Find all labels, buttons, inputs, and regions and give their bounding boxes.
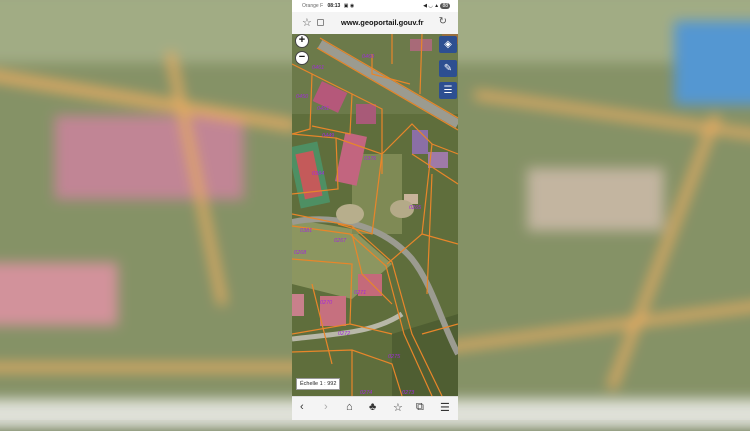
- parcel-label: 0267: [334, 238, 347, 244]
- parcel-label: 0381: [300, 228, 312, 234]
- menu-icon[interactable]: ☰: [440, 401, 450, 414]
- wrench-icon: ✎: [443, 63, 453, 74]
- layers-button[interactable]: ◈: [439, 36, 457, 53]
- parcel-label: 0460: [362, 54, 375, 60]
- map-scale: Échelle 1 : 992: [296, 378, 341, 390]
- back-icon[interactable]: ‹: [300, 401, 304, 413]
- carrier-label: Orange F: [302, 3, 324, 9]
- aerial-map-image: 0461 0460 0451 0450 0449 0376 0384 0265 0381 0267…: [292, 34, 458, 396]
- parcel-label: 0275: [388, 354, 401, 360]
- reload-icon[interactable]: ↻: [439, 16, 447, 27]
- url-text[interactable]: www.geoportail.gouv.fr: [341, 18, 424, 27]
- parcel-label: 0449: [322, 133, 334, 139]
- zoom-in-button[interactable]: +: [295, 34, 309, 48]
- layers-icon: ◈: [444, 39, 452, 50]
- signal-icons: ◀ ◡ ▲: [423, 3, 440, 9]
- tools-button[interactable]: ✎: [439, 60, 457, 77]
- parcel-label: 0450: [296, 94, 309, 100]
- parcel-label: 0265: [409, 205, 422, 211]
- browser-address-bar[interactable]: ☆ www.geoportail.gouv.fr ↻: [292, 12, 458, 35]
- parcel-label: 0384: [312, 171, 324, 177]
- tabs-icon[interactable]: ⧉: [416, 401, 424, 414]
- parcel-label: 0270: [320, 300, 333, 306]
- list-icon: ☰: [443, 85, 453, 96]
- parcel-label: 0272: [338, 331, 350, 337]
- parcel-label: 0461: [312, 65, 324, 71]
- lock-icon[interactable]: [317, 19, 324, 26]
- parcel-label: 0271: [354, 290, 366, 296]
- parcel-label: 0451: [317, 106, 329, 112]
- battery-icon: 88: [440, 3, 450, 9]
- clock: 08:13: [327, 3, 341, 9]
- extension-icon[interactable]: ♣: [369, 401, 376, 413]
- cadastral-map[interactable]: 0461 0460 0451 0450 0449 0376 0384 0265 0381 0267…: [292, 34, 458, 396]
- favorites-icon[interactable]: ☆: [393, 401, 403, 414]
- parcel-label: 0376: [364, 156, 377, 162]
- browser-bottom-nav: ‹ › ⌂ ♣ ☆ ⧉ ☰: [292, 396, 458, 420]
- zoom-out-button[interactable]: −: [295, 51, 309, 65]
- home-icon[interactable]: ⌂: [346, 401, 353, 413]
- forward-icon[interactable]: ›: [324, 401, 328, 413]
- layer-list-button[interactable]: ☰: [439, 82, 457, 99]
- status-bar: Orange F 08:13 ▣ ◉ ◀ ◡ ▲ 88: [292, 0, 458, 12]
- phone-screen: Orange F 08:13 ▣ ◉ ◀ ◡ ▲ 88 ☆ www.geopor…: [292, 0, 458, 420]
- bookmark-star-icon[interactable]: ☆: [302, 16, 312, 29]
- notification-icons: ▣ ◉: [343, 3, 355, 9]
- parcel-label: 0268: [294, 250, 307, 256]
